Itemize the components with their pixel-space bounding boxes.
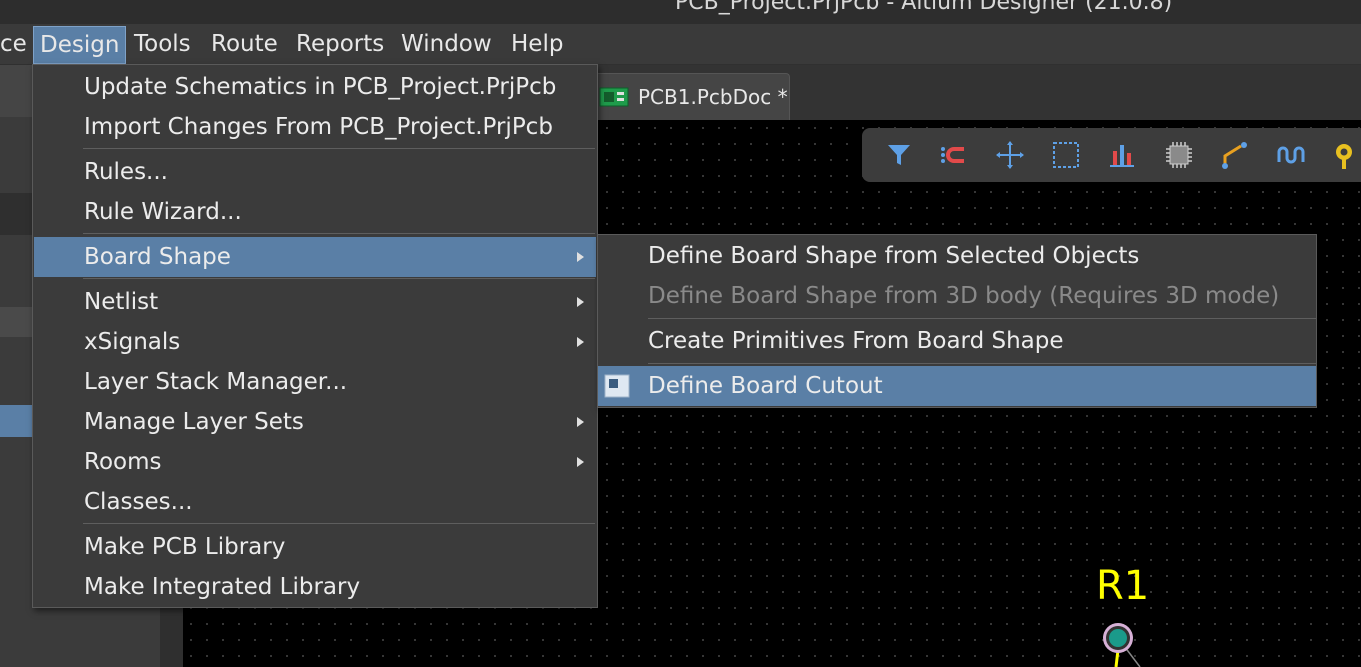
submenu-arrow-icon — [577, 417, 584, 427]
submenu-item-label: Define Board Cutout — [648, 373, 883, 399]
menu-separator — [83, 278, 595, 279]
board-cutout-icon — [604, 374, 630, 398]
submenu-item-define-from-3d-body: Define Board Shape from 3D body (Require… — [598, 276, 1316, 316]
menu-help[interactable]: Help — [511, 24, 563, 64]
menu-item-label: Board Shape — [84, 244, 231, 270]
submenu-arrow-icon — [577, 337, 584, 347]
menu-place-partial[interactable]: ce — [0, 24, 27, 64]
menu-item-label: Netlist — [84, 289, 159, 315]
menu-item-label: Make PCB Library — [84, 534, 286, 560]
menu-design[interactable]: Design — [33, 26, 127, 64]
submenu-arrow-icon — [577, 457, 584, 467]
window-title: PCB_Project.PrjPcb - Altium Designer (21… — [675, 0, 1173, 15]
menu-separator — [83, 233, 595, 234]
menu-item-label: Rules... — [84, 159, 168, 185]
bar-chart-icon[interactable] — [1105, 138, 1139, 172]
menu-item-manage-layer-sets[interactable]: Manage Layer Sets — [34, 402, 596, 442]
menu-bar: ce Design Tools Route Reports Window Hel… — [0, 24, 1361, 65]
board-shape-submenu: Define Board Shape from Selected Objects… — [597, 234, 1317, 408]
menu-item-label: Update Schematics in PCB_Project.PrjPcb — [84, 74, 557, 100]
move-icon[interactable] — [993, 138, 1027, 172]
component-pad[interactable] — [1100, 620, 1160, 667]
filter-icon[interactable] — [882, 138, 916, 172]
menu-item-label: Classes... — [84, 489, 193, 515]
submenu-item-define-board-cutout[interactable]: Define Board Cutout — [598, 366, 1316, 406]
menu-tools[interactable]: Tools — [134, 24, 191, 64]
tab-pcb1-pcbdoc[interactable]: PCB1.PcbDoc * — [593, 73, 790, 121]
menu-item-label: Import Changes From PCB_Project.PrjPcb — [84, 114, 553, 140]
submenu-item-create-primitives[interactable]: Create Primitives From Board Shape — [598, 321, 1316, 361]
menu-item-label: Rooms — [84, 449, 162, 475]
submenu-item-define-from-selected[interactable]: Define Board Shape from Selected Objects — [598, 236, 1316, 276]
menu-item-import-changes[interactable]: Import Changes From PCB_Project.PrjPcb — [34, 107, 596, 147]
active-bar-toolbar — [862, 128, 1361, 182]
submenu-separator — [648, 318, 1316, 319]
tab-label: PCB1.PcbDoc * — [638, 85, 788, 109]
menu-item-rules[interactable]: Rules... — [34, 152, 596, 192]
submenu-item-label: Define Board Shape from 3D body (Require… — [648, 283, 1280, 309]
submenu-item-label: Define Board Shape from Selected Objects — [648, 243, 1140, 269]
submenu-arrow-icon — [577, 252, 584, 262]
menu-window[interactable]: Window — [401, 24, 492, 64]
pcb-document-icon — [599, 87, 629, 107]
menu-item-rule-wizard[interactable]: Rule Wizard... — [34, 192, 596, 232]
menu-item-label: xSignals — [84, 329, 181, 355]
menu-separator — [83, 148, 595, 149]
menu-separator — [83, 523, 595, 524]
select-rect-icon[interactable] — [1049, 138, 1083, 172]
design-menu: Update Schematics in PCB_Project.PrjPcb … — [32, 64, 598, 608]
menu-item-rooms[interactable]: Rooms — [34, 442, 596, 482]
menu-item-layer-stack-manager[interactable]: Layer Stack Manager... — [34, 362, 596, 402]
component-designator-r1: R1 — [1096, 563, 1150, 609]
component-icon[interactable] — [1162, 138, 1196, 172]
menu-item-netlist[interactable]: Netlist — [34, 282, 596, 322]
submenu-separator — [648, 363, 1316, 364]
menu-item-classes[interactable]: Classes... — [34, 482, 596, 522]
menu-item-label: Rule Wizard... — [84, 199, 242, 225]
menu-item-make-pcb-library[interactable]: Make PCB Library — [34, 527, 596, 567]
menu-reports[interactable]: Reports — [296, 24, 384, 64]
title-bar: PCB_Project.PrjPcb - Altium Designer (21… — [0, 0, 1361, 24]
submenu-item-label: Create Primitives From Board Shape — [648, 328, 1064, 354]
menu-route[interactable]: Route — [211, 24, 278, 64]
menu-item-label: Layer Stack Manager... — [84, 369, 348, 395]
route-icon[interactable] — [1219, 138, 1253, 172]
menu-item-board-shape[interactable]: Board Shape — [34, 237, 596, 277]
menu-item-make-integrated-library[interactable]: Make Integrated Library — [34, 567, 596, 607]
menu-item-xsignals[interactable]: xSignals — [34, 322, 596, 362]
menu-item-label: Manage Layer Sets — [84, 409, 304, 435]
menu-item-label: Make Integrated Library — [84, 574, 361, 600]
pin-icon[interactable] — [1332, 138, 1361, 172]
interactive-route-icon[interactable] — [936, 138, 970, 172]
submenu-arrow-icon — [577, 297, 584, 307]
menu-item-update-schematics[interactable]: Update Schematics in PCB_Project.PrjPcb — [34, 67, 596, 107]
wiggle-icon[interactable] — [1275, 138, 1309, 172]
